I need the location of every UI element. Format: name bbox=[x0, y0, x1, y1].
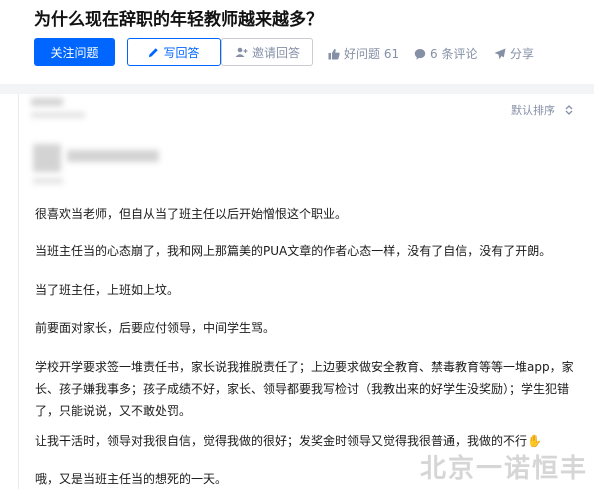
question-title: 为什么现在辞职的年轻教师越来越多？ bbox=[34, 10, 323, 30]
follow-label: 关注问题 bbox=[50, 45, 99, 60]
sort-label: 默认排序 bbox=[511, 104, 555, 117]
invite-answer-button[interactable]: 邀请回答 bbox=[221, 38, 313, 66]
watermark: 北京一诺恒丰 bbox=[419, 454, 588, 484]
answer-paragraph: 学校开学要求签一堆责任书，家长说我推脱责任了；上边要求做安全教育、禁毒教育等等一… bbox=[35, 360, 574, 418]
answer-paragraph: 很喜欢当老师，但自从当了班主任以后开始憎恨这个职业。 bbox=[35, 207, 348, 221]
section-divider bbox=[0, 84, 594, 94]
comments-label: 6 条评论 bbox=[430, 47, 478, 61]
blurred-author-label bbox=[31, 98, 63, 106]
write-answer-button[interactable]: 写回答 bbox=[127, 38, 221, 66]
share-label: 分享 bbox=[510, 47, 535, 61]
good-question-button[interactable]: 好问题 61 bbox=[328, 45, 399, 62]
blurred-author-name bbox=[67, 150, 159, 162]
add-user-icon bbox=[234, 47, 248, 58]
sort-arrows-icon bbox=[565, 104, 573, 116]
good-question-label: 好问题 61 bbox=[344, 47, 400, 61]
answer-card: 默认排序 很喜欢当老师，但自从当了班主任以后开始憎恨这个职业。 当班主任当的心态… bbox=[18, 94, 594, 489]
paper-plane-icon bbox=[494, 48, 506, 60]
comment-icon bbox=[414, 48, 426, 60]
blurred-author-meta bbox=[33, 178, 63, 184]
share-button[interactable]: 分享 bbox=[494, 45, 534, 62]
invite-answer-label: 邀请回答 bbox=[251, 45, 300, 60]
answer-paragraph: 当班主任当的心态崩了，我和网上那篇美的PUA文章的作者心态一样，没有了自信，没有… bbox=[35, 244, 552, 258]
pencil-icon bbox=[148, 47, 159, 58]
avatar bbox=[33, 144, 61, 172]
thumbs-up-icon bbox=[328, 48, 340, 60]
comments-button[interactable]: 6 条评论 bbox=[414, 45, 477, 62]
question-header: 为什么现在辞职的年轻教师越来越多？ 关注问题 写回答 邀请回答 好问题 61 6… bbox=[0, 0, 594, 84]
answer-paragraph: 当了班主任，上班如上坟。 bbox=[35, 283, 180, 297]
write-answer-label: 写回答 bbox=[163, 45, 200, 60]
blurred-author-subline bbox=[31, 112, 85, 118]
answer-paragraph: 前要面对家长，后要应付领导，中间学生骂。 bbox=[35, 321, 276, 335]
follow-question-button[interactable]: 关注问题 bbox=[34, 38, 115, 66]
sort-dropdown[interactable]: 默认排序 bbox=[511, 102, 573, 118]
